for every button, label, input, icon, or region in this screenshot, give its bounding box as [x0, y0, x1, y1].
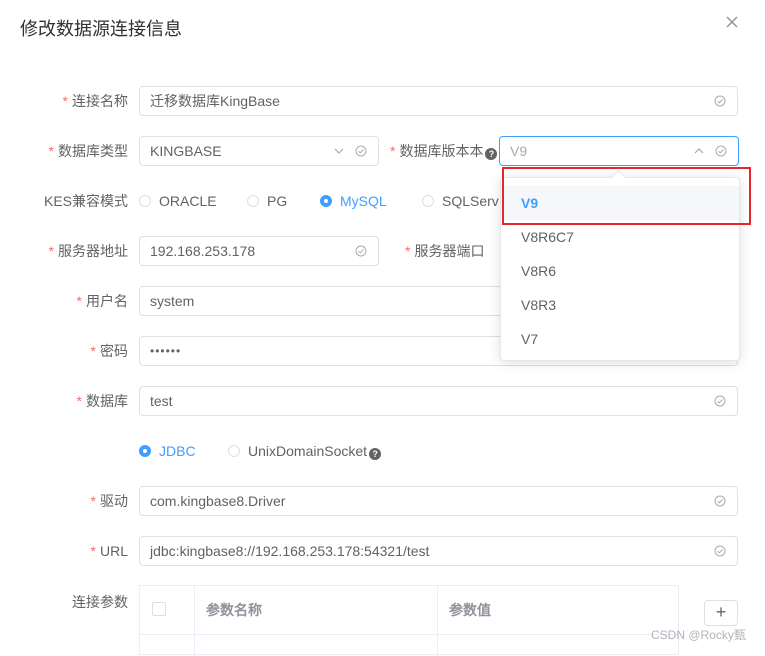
server-addr-input[interactable]: 192.168.253.178	[139, 236, 379, 266]
version-option-v7[interactable]: V7	[501, 322, 739, 356]
database-value: test	[150, 393, 173, 409]
db-type-value: KINGBASE	[150, 143, 222, 159]
conn-name-value: 迁移数据库KingBase	[150, 93, 280, 109]
column-divider	[194, 586, 195, 656]
column-divider	[437, 586, 438, 656]
params-label: 连接参数	[72, 594, 128, 610]
version-option-v8r3[interactable]: V8R3	[501, 288, 739, 322]
password-value: ••••••	[150, 344, 182, 358]
kes-mode-label: KES兼容模式	[43, 193, 128, 209]
username-value: system	[150, 293, 195, 309]
radio-sqlserver[interactable]: SQLServ	[422, 191, 500, 211]
server-addr-label: * 服务器地址	[48, 243, 128, 259]
db-type-label: * 数据库类型	[48, 143, 128, 159]
row-divider	[140, 634, 678, 635]
watermark: CSDN @Rocky甄	[651, 628, 746, 642]
driver-input[interactable]: com.kingbase8.Driver	[139, 486, 738, 516]
db-version-label: * 数据库版本本?	[390, 135, 498, 167]
radio-dot	[320, 195, 332, 207]
radio-pg[interactable]: PG	[247, 191, 287, 211]
close-icon[interactable]	[724, 14, 740, 30]
param-name-header: 参数名称	[206, 602, 262, 618]
server-port-label: * 服务器端口	[405, 243, 485, 259]
username-label: * 用户名	[76, 293, 128, 309]
server-addr-value: 192.168.253.178	[150, 243, 256, 259]
check-circle-icon	[714, 495, 726, 507]
radio-dot	[139, 445, 151, 457]
db-version-placeholder: V9	[510, 143, 528, 159]
conn-name-input[interactable]: 迁移数据库KingBase	[139, 86, 738, 116]
chevron-up-icon	[694, 148, 704, 154]
conn-name-label: * 连接名称	[62, 93, 128, 109]
radio-oracle[interactable]: ORACLE	[139, 191, 217, 211]
driver-value: com.kingbase8.Driver	[150, 493, 286, 509]
check-circle-icon	[714, 95, 726, 107]
radio-mysql[interactable]: MySQL	[320, 191, 387, 211]
help-icon[interactable]: ?	[485, 148, 498, 160]
driver-label: * 驱动	[90, 493, 128, 509]
version-option-v9[interactable]: V9	[501, 186, 739, 220]
add-param-button[interactable]: +	[704, 600, 738, 626]
database-input[interactable]: test	[139, 386, 738, 416]
radio-dot	[139, 195, 151, 207]
url-value: jdbc:kingbase8://192.168.253.178:54321/t…	[150, 543, 430, 559]
url-label: * URL	[90, 543, 128, 559]
version-dropdown: V9 V8R6C7 V8R6 V8R3 V7	[500, 177, 740, 361]
radio-dot	[228, 445, 240, 457]
db-type-select[interactable]: KINGBASE	[139, 136, 379, 166]
radio-dot	[247, 195, 259, 207]
check-circle-icon	[714, 395, 726, 407]
check-circle-icon	[355, 245, 367, 257]
password-label: * 密码	[90, 343, 128, 359]
help-icon[interactable]: ?	[369, 448, 382, 460]
check-circle-icon	[714, 545, 726, 557]
chevron-down-icon	[334, 148, 344, 154]
version-option-v8r6c7[interactable]: V8R6C7	[501, 220, 739, 254]
radio-dot	[422, 195, 434, 207]
db-version-select[interactable]: V9	[499, 136, 739, 166]
edit-datasource-dialog: 修改数据源连接信息 * 连接名称 迁移数据库KingBase * 数据库类型 KIN…	[0, 0, 765, 656]
version-option-v8r6[interactable]: V8R6	[501, 254, 739, 288]
dialog-title: 修改数据源连接信息	[20, 19, 182, 39]
params-table: 参数名称 参数值	[139, 585, 679, 656]
param-value-header: 参数值	[449, 602, 491, 618]
select-all-checkbox[interactable]	[152, 602, 166, 616]
check-circle-icon	[715, 145, 727, 157]
url-input[interactable]: jdbc:kingbase8://192.168.253.178:54321/t…	[139, 536, 738, 566]
check-circle-icon	[355, 145, 367, 157]
radio-jdbc[interactable]: JDBC	[139, 441, 196, 461]
radio-unix-socket[interactable]: UnixDomainSocket?	[228, 441, 382, 461]
database-label: * 数据库	[76, 393, 128, 409]
